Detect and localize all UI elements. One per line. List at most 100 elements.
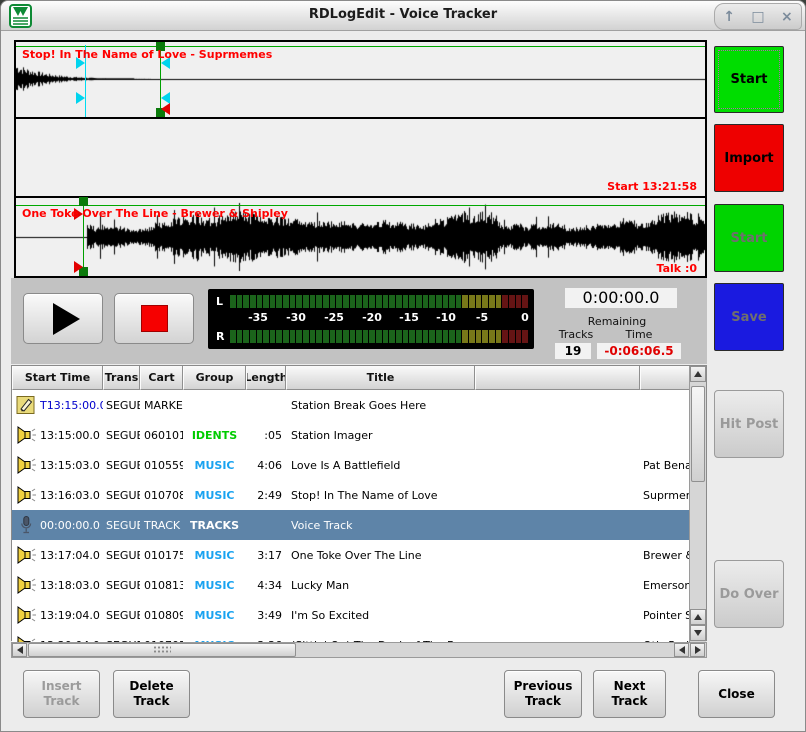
log-row[interactable]: 13:15:00.0SEGUE060101IDENTS:05Station Im… bbox=[12, 420, 691, 450]
cell-trans: SEGUE bbox=[103, 429, 140, 442]
speaker-icon bbox=[12, 456, 40, 474]
log-row[interactable]: 13:16:03.0SEGUE010708MUSIC2:49Stop! In T… bbox=[12, 480, 691, 510]
cell-cart: MARKER bbox=[140, 399, 183, 412]
meter-tick: -5 bbox=[476, 311, 488, 324]
track3-gain-line[interactable] bbox=[16, 205, 705, 206]
column-header-length[interactable]: Length bbox=[246, 366, 286, 390]
cell-cart: 010559 bbox=[140, 459, 183, 472]
vertical-scrollbar[interactable] bbox=[689, 366, 706, 642]
scroll-right-button[interactable] bbox=[690, 643, 705, 657]
log-row[interactable]: 13:19:04.0SEGUE010809MUSIC3:49I'm So Exc… bbox=[12, 600, 691, 630]
meter-tick: -30 bbox=[286, 311, 306, 324]
track1-segue-marker[interactable] bbox=[161, 103, 170, 115]
meter-tick: 0 bbox=[521, 311, 529, 324]
meter-tick: -35 bbox=[248, 311, 268, 324]
cell-title: Love Is A Battlefield bbox=[286, 459, 475, 472]
next-track-button[interactable]: Next Track bbox=[593, 670, 666, 718]
track3-start-handle-top[interactable] bbox=[79, 197, 88, 206]
cell-length: 4:06 bbox=[246, 459, 286, 472]
track1-start-button[interactable]: Start bbox=[714, 46, 784, 113]
track3-start-button[interactable]: Start bbox=[714, 204, 784, 272]
arrow-right-icon bbox=[695, 646, 701, 654]
cell-trans: SEGUE bbox=[103, 549, 140, 562]
cell-start-time: T13:15:00.0 bbox=[40, 399, 103, 412]
delete-track-button[interactable]: Delete Track bbox=[113, 670, 190, 718]
scroll-left-button[interactable] bbox=[12, 643, 27, 657]
column-header-blank[interactable] bbox=[475, 366, 640, 390]
meter-tick: -20 bbox=[362, 311, 382, 324]
horizontal-scrollbar[interactable] bbox=[11, 642, 707, 658]
cell-length: :05 bbox=[246, 429, 286, 442]
window-controls: ↑ □ × bbox=[714, 3, 802, 30]
track3-talk-marker[interactable] bbox=[74, 261, 83, 273]
rdlogedit-voice-tracker-window: RDLogEdit - Voice Tracker ↑ □ × Stop! In… bbox=[0, 0, 806, 732]
titlebar[interactable]: RDLogEdit - Voice Tracker ↑ □ × bbox=[1, 1, 805, 31]
arrow-left-icon bbox=[679, 646, 685, 654]
log-row[interactable]: T13:15:00.0SEGUEMARKERStation Break Goes… bbox=[12, 390, 691, 420]
scroll-up-button[interactable] bbox=[690, 366, 706, 382]
track-separator bbox=[16, 117, 705, 119]
insert-track-button[interactable]: Insert Track bbox=[23, 670, 100, 718]
time-remaining-value: -0:06:06.5 bbox=[597, 343, 681, 359]
column-header-cart[interactable]: Cart bbox=[140, 366, 183, 390]
log-table: Start Time Trans Cart Group Length Title… bbox=[11, 365, 707, 641]
log-row[interactable]: 13:20:04.0SEGUE010705MUSIC3:36(Sittin' O… bbox=[12, 630, 691, 642]
cell-start-time: 13:16:03.0 bbox=[40, 489, 103, 502]
shade-window-button[interactable]: ↑ bbox=[723, 10, 735, 24]
cell-start-time: 13:15:00.0 bbox=[40, 429, 103, 442]
speaker-icon bbox=[12, 576, 40, 594]
cell-group: MUSIC bbox=[183, 489, 246, 502]
meter-tick: -10 bbox=[436, 311, 456, 324]
cell-start-time: 00:00:00.0 bbox=[40, 519, 103, 532]
cell-length: 3:49 bbox=[246, 609, 286, 622]
log-row[interactable]: 13:17:04.0SEGUE010175MUSIC3:17One Toke O… bbox=[12, 540, 691, 570]
track1-gain-line[interactable] bbox=[16, 46, 705, 47]
speaker-icon bbox=[12, 486, 40, 504]
scroll-left-button-2[interactable] bbox=[674, 643, 689, 657]
close-window-button[interactable]: × bbox=[781, 10, 793, 24]
save-button[interactable]: Save bbox=[714, 283, 784, 351]
column-header-group[interactable]: Group bbox=[183, 366, 246, 390]
thumb-grip bbox=[153, 646, 171, 655]
cell-trans: SEGUE bbox=[103, 579, 140, 592]
do-over-button[interactable]: Do Over bbox=[714, 560, 784, 628]
speaker-icon bbox=[12, 426, 40, 444]
log-row[interactable]: 13:18:03.0SEGUE010813MUSIC4:34Lucky ManE… bbox=[12, 570, 691, 600]
cell-artist: Emerson, L bbox=[640, 579, 691, 592]
log-body: T13:15:00.0SEGUEMARKERStation Break Goes… bbox=[12, 390, 691, 642]
log-row[interactable]: 00:00:00.0SEGUETRACKTRACKSVoice Track bbox=[12, 510, 691, 540]
cell-cart: 060101 bbox=[140, 429, 183, 442]
horizontal-scroll-thumb[interactable] bbox=[28, 643, 296, 657]
column-header-start-time[interactable]: Start Time bbox=[12, 366, 103, 390]
hit-post-button[interactable]: Hit Post bbox=[714, 390, 784, 458]
track1-title: Stop! In The Name of Love - Suprmemes bbox=[22, 48, 272, 61]
cell-start-time: 13:19:04.0 bbox=[40, 609, 103, 622]
meter-right-segments bbox=[230, 330, 528, 343]
meter-left-label: L bbox=[216, 295, 230, 308]
transport-bar: L -35-30-25-20-15-10-50 R 0:00:00.0 Rema… bbox=[11, 278, 707, 364]
cell-group: MUSIC bbox=[183, 579, 246, 592]
log-row[interactable]: 13:15:03.0SEGUE010559MUSIC4:06Love Is A … bbox=[12, 450, 691, 480]
vertical-scroll-thumb[interactable] bbox=[691, 386, 705, 482]
scroll-down-button[interactable] bbox=[690, 625, 706, 641]
play-button[interactable] bbox=[23, 293, 103, 344]
track1-fadedown-marker[interactable] bbox=[76, 92, 85, 104]
cell-length: 2:49 bbox=[246, 489, 286, 502]
scroll-up-button-2[interactable] bbox=[690, 609, 706, 625]
column-header-title[interactable]: Title bbox=[286, 366, 475, 390]
stop-button[interactable] bbox=[114, 293, 194, 344]
tracks-remaining-label: Tracks bbox=[555, 328, 597, 341]
maximize-window-button[interactable]: □ bbox=[751, 10, 764, 24]
meter-tick: -25 bbox=[324, 311, 344, 324]
import-button[interactable]: Import bbox=[714, 124, 784, 192]
speaker-icon bbox=[12, 546, 40, 564]
previous-track-button[interactable]: Previous Track bbox=[504, 670, 582, 718]
cell-artist: Brewer & S bbox=[640, 549, 691, 562]
meter-tick: -15 bbox=[399, 311, 419, 324]
meter-scale: -35 -30 -25 -20 -15 -10 -5 0 bbox=[208, 311, 534, 327]
cell-trans: SEGUE bbox=[103, 519, 140, 532]
cell-group: MUSIC bbox=[183, 609, 246, 622]
column-header-trans[interactable]: Trans bbox=[103, 366, 140, 390]
close-button[interactable]: Close bbox=[698, 670, 775, 718]
time-remaining-label: Time bbox=[597, 328, 681, 341]
